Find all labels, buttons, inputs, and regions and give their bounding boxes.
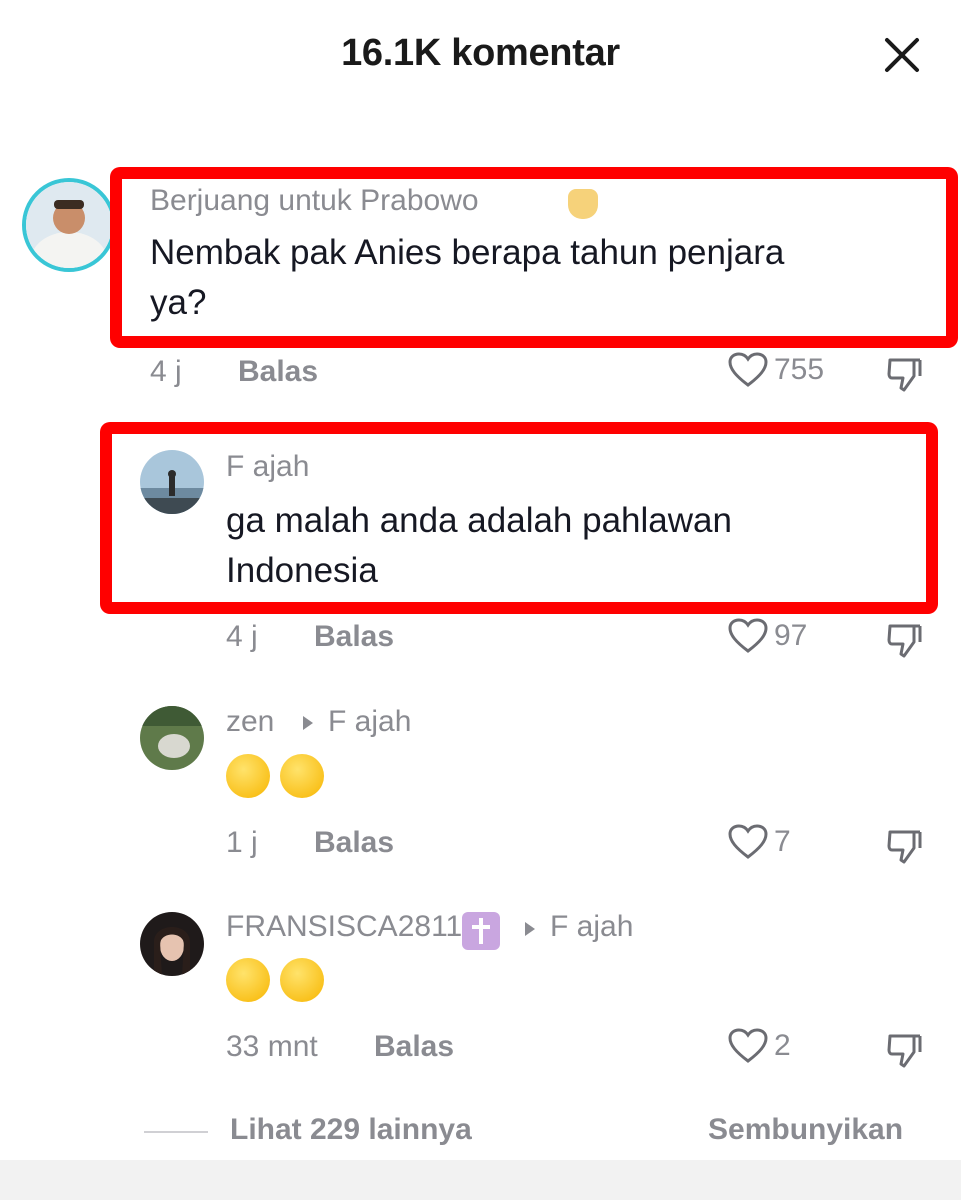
comment-time: 4 j — [150, 355, 182, 388]
heart-icon — [728, 824, 768, 859]
avatar[interactable] — [140, 706, 204, 770]
avatar[interactable] — [140, 912, 204, 976]
emoji-row — [226, 958, 330, 1002]
comment-time: 4 j — [226, 620, 258, 653]
comment-username[interactable]: FRANSISCA2811 — [226, 910, 462, 944]
avatar-image — [140, 706, 204, 770]
rolling-on-floor-laughing-emoji — [226, 958, 270, 1002]
avatar-image — [140, 912, 204, 976]
rolling-on-floor-laughing-emoji — [280, 958, 325, 1002]
grinning-sweat-emoji — [280, 754, 325, 798]
bottom-bar — [0, 1160, 961, 1200]
view-more-replies-button[interactable]: Lihat 229 lainnya — [230, 1113, 472, 1147]
heart-icon — [728, 618, 768, 653]
like-count: 7 — [774, 825, 791, 858]
dislike-icon[interactable] — [884, 354, 924, 394]
grinning-sweat-emoji — [226, 754, 270, 798]
like-count: 755 — [774, 353, 825, 386]
dislike-icon[interactable] — [884, 1030, 924, 1070]
highlight-box — [100, 422, 938, 614]
reply-button[interactable]: Balas — [238, 355, 318, 389]
dislike-icon[interactable] — [884, 620, 924, 660]
highlight-box — [110, 167, 958, 348]
divider — [144, 1131, 208, 1133]
like-button[interactable]: 7 — [728, 824, 791, 860]
reply-button[interactable]: Balas — [314, 826, 394, 860]
comment-username[interactable]: zen — [226, 705, 274, 739]
page-title: 16.1K komentar — [341, 32, 620, 74]
latin-cross-icon — [472, 918, 490, 944]
reply-arrow-icon — [525, 922, 535, 936]
heart-icon — [728, 1028, 768, 1063]
reply-to-username[interactable]: F ajah — [550, 910, 633, 944]
close-icon[interactable] — [880, 33, 924, 77]
hide-replies-button[interactable]: Sembunyikan — [708, 1113, 903, 1147]
avatar-image — [26, 182, 112, 268]
reply-button[interactable]: Balas — [374, 1030, 454, 1064]
like-button[interactable]: 755 — [728, 352, 824, 388]
like-button[interactable]: 97 — [728, 618, 807, 654]
reply-button[interactable]: Balas — [314, 620, 394, 654]
emoji-row — [226, 754, 330, 798]
like-count: 97 — [774, 619, 808, 652]
reply-to-username[interactable]: F ajah — [328, 705, 411, 739]
like-count: 2 — [774, 1029, 791, 1062]
heart-icon — [728, 352, 768, 387]
reply-arrow-icon — [303, 716, 313, 730]
comment-time: 33 mnt — [226, 1030, 318, 1063]
dislike-icon[interactable] — [884, 826, 924, 866]
comment-time: 1 j — [226, 826, 258, 859]
avatar[interactable] — [22, 178, 116, 272]
like-button[interactable]: 2 — [728, 1028, 791, 1064]
cross-emoji — [462, 912, 500, 950]
